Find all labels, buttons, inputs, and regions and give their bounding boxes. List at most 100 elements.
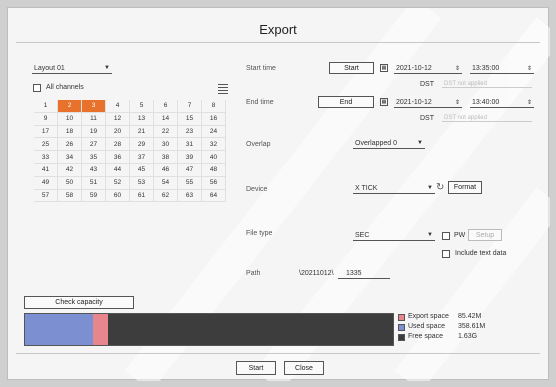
start-date-field[interactable]: 2021-10-12 ⇕ [394, 63, 462, 74]
stepper-icon: ⇕ [526, 99, 532, 106]
footer-close-button[interactable]: Close [284, 361, 324, 375]
channel-cell[interactable]: 18 [58, 125, 82, 139]
channel-cell[interactable]: 62 [154, 189, 178, 203]
channel-cell[interactable]: 51 [82, 176, 106, 190]
channel-cell[interactable]: 17 [34, 125, 58, 139]
channel-cell[interactable]: 8 [202, 100, 226, 113]
channel-cell[interactable]: 47 [178, 163, 202, 177]
refresh-icon[interactable]: ↻ [436, 182, 444, 193]
start-dst-value: DST not applied [444, 81, 487, 87]
channel-cell[interactable]: 33 [34, 151, 58, 164]
chevron-down-icon: ▼ [104, 65, 110, 71]
overlap-select[interactable]: Overlapped 0 ▼ [353, 138, 425, 149]
channel-cell[interactable]: 21 [130, 125, 154, 139]
check-capacity-button[interactable]: Check capacity [24, 296, 134, 309]
calendar-icon[interactable]: ▦ [380, 64, 388, 72]
channel-cell[interactable]: 37 [130, 151, 154, 164]
channel-cell[interactable]: 29 [130, 138, 154, 152]
capacity-bar [24, 313, 394, 346]
legend-swatch [398, 334, 405, 341]
capacity-export-segment [93, 314, 108, 345]
channel-cell[interactable]: 49 [34, 176, 58, 190]
channel-cell[interactable]: 53 [130, 176, 154, 190]
channel-cell[interactable]: 13 [130, 112, 154, 126]
capacity-used-segment [25, 314, 94, 345]
footer-start-button[interactable]: Start [236, 361, 276, 375]
channel-cell[interactable]: 34 [58, 151, 82, 164]
channel-cell[interactable]: 38 [154, 151, 178, 164]
include-text-data-label: Include text data [455, 250, 507, 257]
channel-cell[interactable]: 31 [178, 138, 202, 152]
start-time-field[interactable]: 13:35:00 ⇕ [470, 63, 534, 74]
channel-cell[interactable]: 46 [154, 163, 178, 177]
channel-cell[interactable]: 25 [34, 138, 58, 152]
channel-cell[interactable]: 5 [130, 100, 154, 113]
channel-cell[interactable]: 6 [154, 100, 178, 113]
channel-cell[interactable]: 48 [202, 163, 226, 177]
start-dst-select[interactable]: DST not applied [442, 81, 532, 88]
path-input[interactable]: 1335 [338, 268, 390, 279]
pw-checkbox[interactable] [442, 232, 450, 240]
end-time-field[interactable]: 13:40:00 ⇕ [470, 97, 534, 108]
end-dst-select[interactable]: DST not applied [442, 115, 532, 122]
channel-cell[interactable]: 58 [58, 189, 82, 203]
channel-cell[interactable]: 59 [82, 189, 106, 203]
channel-cell[interactable]: 41 [34, 163, 58, 177]
channel-cell[interactable]: 39 [178, 151, 202, 164]
channel-cell[interactable]: 16 [202, 112, 226, 126]
channel-cell[interactable]: 63 [178, 189, 202, 203]
channel-cell[interactable]: 9 [34, 112, 58, 126]
channel-cell[interactable]: 44 [106, 163, 130, 177]
channel-cell[interactable]: 11 [82, 112, 106, 126]
list-menu-icon[interactable] [218, 83, 228, 94]
channel-cell[interactable]: 28 [106, 138, 130, 152]
end-time-button[interactable]: End [318, 96, 374, 108]
channel-cell[interactable]: 61 [130, 189, 154, 203]
channel-cell[interactable]: 40 [202, 151, 226, 164]
channel-cell[interactable]: 36 [106, 151, 130, 164]
start-time-value: 13:35:00 [472, 64, 500, 72]
channel-cell[interactable]: 43 [82, 163, 106, 177]
format-button[interactable]: Format [448, 181, 482, 194]
layout-select[interactable]: Layout 01 ▼ [32, 63, 112, 74]
channel-cell[interactable]: 32 [202, 138, 226, 152]
channel-cell[interactable]: 50 [58, 176, 82, 190]
channel-cell[interactable]: 19 [82, 125, 106, 139]
channel-cell[interactable]: 3 [82, 100, 106, 113]
setup-button[interactable]: Setup [468, 229, 502, 241]
channel-cell[interactable]: 23 [178, 125, 202, 139]
start-time-button[interactable]: Start [329, 62, 374, 74]
channel-cell[interactable]: 52 [106, 176, 130, 190]
channel-cell[interactable]: 45 [130, 163, 154, 177]
channel-cell[interactable]: 60 [106, 189, 130, 203]
channel-cell[interactable]: 64 [202, 189, 226, 203]
end-time-value: 13:40:00 [472, 98, 500, 106]
channel-cell[interactable]: 7 [178, 100, 202, 113]
channel-cell[interactable]: 56 [202, 176, 226, 190]
channel-cell[interactable]: 35 [82, 151, 106, 164]
calendar-icon[interactable]: ▦ [380, 98, 388, 106]
channel-cell[interactable]: 4 [106, 100, 130, 113]
channel-cell[interactable]: 30 [154, 138, 178, 152]
channel-cell[interactable]: 24 [202, 125, 226, 139]
include-text-data-checkbox[interactable] [442, 250, 450, 258]
all-channels-checkbox[interactable] [33, 84, 41, 92]
channel-cell[interactable]: 10 [58, 112, 82, 126]
channel-cell[interactable]: 26 [58, 138, 82, 152]
channel-cell[interactable]: 2 [58, 100, 82, 113]
channel-cell[interactable]: 15 [178, 112, 202, 126]
end-time-label: End time [246, 99, 274, 106]
channel-cell[interactable]: 22 [154, 125, 178, 139]
channel-cell[interactable]: 12 [106, 112, 130, 126]
file-type-select[interactable]: SEC ▼ [353, 230, 435, 241]
channel-cell[interactable]: 14 [154, 112, 178, 126]
channel-cell[interactable]: 57 [34, 189, 58, 203]
channel-cell[interactable]: 55 [178, 176, 202, 190]
channel-cell[interactable]: 27 [82, 138, 106, 152]
end-date-field[interactable]: 2021-10-12 ⇕ [394, 97, 462, 108]
channel-cell[interactable]: 54 [154, 176, 178, 190]
channel-cell[interactable]: 1 [34, 100, 58, 113]
channel-cell[interactable]: 20 [106, 125, 130, 139]
device-select[interactable]: X TICK ▼ [353, 183, 435, 194]
channel-cell[interactable]: 42 [58, 163, 82, 177]
